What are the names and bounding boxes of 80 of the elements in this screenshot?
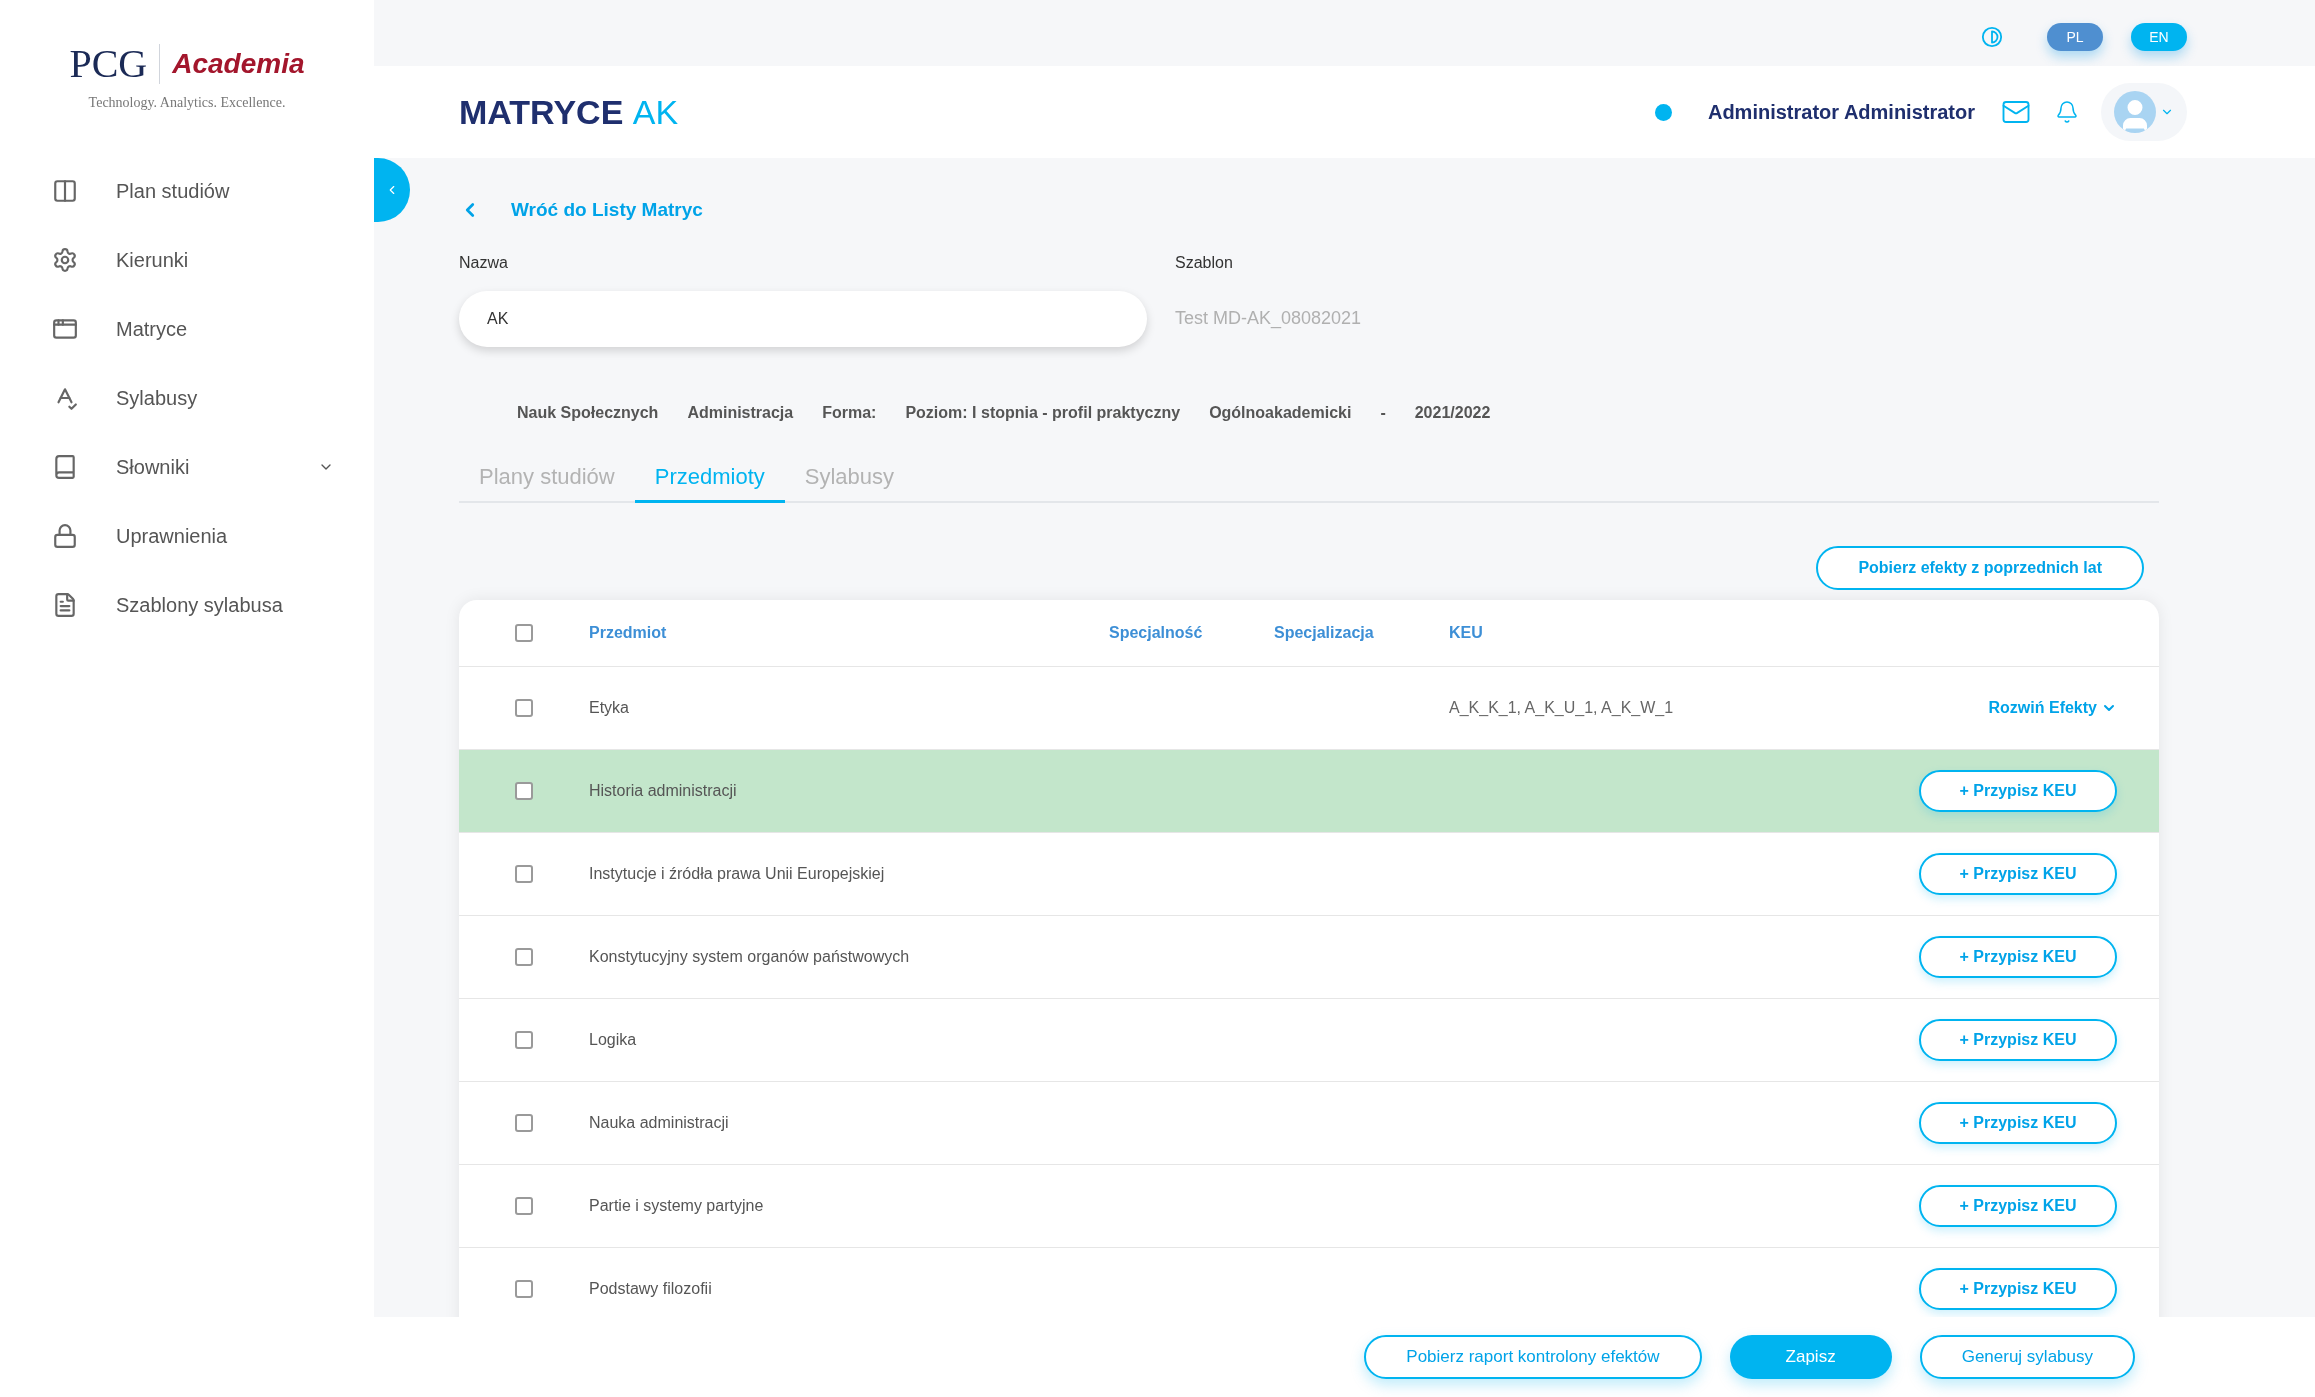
assign-keu-button[interactable]: + Przypisz KEU xyxy=(1919,1101,2117,1144)
checkbox[interactable] xyxy=(515,864,533,883)
table-row[interactable]: Partie i systemy partyjne + Przypisz KEU xyxy=(459,1164,2159,1248)
fetch-effects-button[interactable]: Pobierz efekty z poprzednich lat xyxy=(1816,545,2144,590)
subject-name: Instytucje i źródła prawa Unii Europejskiej xyxy=(589,863,886,884)
info-text: Nauk Społecznych xyxy=(517,402,659,423)
field-label: Szablon xyxy=(1175,252,1234,273)
checkbox[interactable] xyxy=(515,1113,533,1132)
template-value: Test MD-AK_08082021 xyxy=(1175,307,1362,331)
tab[interactable]: Plany studiów xyxy=(459,452,635,503)
checkbox[interactable] xyxy=(515,1030,533,1049)
sidebar-item[interactable]: Sylabusy xyxy=(0,363,374,432)
info-text: Forma: xyxy=(822,402,877,423)
info-text: - xyxy=(1380,402,1386,423)
table-row[interactable]: Podstawy filozofii + Przypisz KEU xyxy=(459,1247,2159,1317)
subject-name: Etyka xyxy=(589,697,630,718)
assign-keu-button[interactable]: + Przypisz KEU xyxy=(1919,769,2117,812)
table-row[interactable]: Konstytucyjny system organów państwowych + Przypisz KEU xyxy=(459,915,2159,999)
footer-button[interactable]: Pobierz raport kontrolony efektów xyxy=(1364,1335,1702,1379)
checkbox[interactable] xyxy=(515,1279,533,1298)
assign-keu-button[interactable]: + Przypisz KEU xyxy=(1919,852,2117,895)
assign-keu-button[interactable]: + Przypisz KEU xyxy=(1919,1267,2117,1310)
info-text: Poziom: I stopnia - profil praktyczny xyxy=(905,402,1181,423)
sidebar-item[interactable]: Słowniki xyxy=(0,432,374,501)
sidebar-item[interactable]: Kierunki xyxy=(0,225,374,294)
sidebar-item[interactable]: Matryce xyxy=(0,294,374,363)
subject-name: Konstytucyjny system organów państwowych xyxy=(589,946,911,967)
tab[interactable]: Przedmioty xyxy=(634,452,785,503)
info-text: Administracja xyxy=(687,402,794,423)
columns-icon xyxy=(52,177,78,204)
info-text: Ogólnoakademicki xyxy=(1209,402,1352,423)
sidebar-item[interactable]: Szablony sylabusa xyxy=(0,570,374,639)
user-name: Administrator Administrator xyxy=(1707,100,1975,125)
document-icon xyxy=(52,591,78,618)
column-header: KEU xyxy=(1449,622,1484,643)
subject-name: Partie i systemy partyjne xyxy=(589,1195,765,1216)
book-icon xyxy=(52,453,78,480)
checkbox[interactable] xyxy=(515,1196,533,1215)
table-row[interactable]: Instytucje i źródła prawa Unii Europejskiej + Przypisz KEU xyxy=(459,832,2159,916)
subject-name: Nauka administracji xyxy=(589,1112,730,1133)
logo-product: Academia xyxy=(172,49,305,78)
tab[interactable]: Sylabusy xyxy=(784,452,915,503)
logo-tagline: Technology. Analytics. Excellence. xyxy=(88,93,286,112)
name-field[interactable]: AK xyxy=(459,290,1147,347)
subject-name: Podstawy filozofii xyxy=(589,1278,713,1299)
checkbox[interactable] xyxy=(515,698,533,717)
language-button[interactable]: PL xyxy=(2047,23,2103,51)
sidebar-item[interactable]: Plan studiów xyxy=(0,156,374,225)
lock-icon xyxy=(52,522,78,549)
column-header: Przedmiot xyxy=(589,622,668,643)
keu-codes: A_K_K_1, A_K_U_1, A_K_W_1 xyxy=(1449,697,1675,718)
logo-brand: PCG xyxy=(69,43,148,84)
checkbox[interactable] xyxy=(515,947,533,966)
language-button[interactable]: EN xyxy=(2131,23,2187,51)
back-link[interactable]: Wróć do Listy Matryc xyxy=(459,196,2159,225)
checkbox[interactable] xyxy=(515,623,533,642)
checkbox[interactable] xyxy=(515,781,533,800)
column-header: Specjalność xyxy=(1109,622,1204,643)
table-row[interactable]: Logika + Przypisz KEU xyxy=(459,998,2159,1082)
field-label: Nazwa xyxy=(459,252,509,273)
expand-effects-link[interactable]: Rozwiń Efekty xyxy=(1988,695,2117,720)
info-text: 2021/2022 xyxy=(1414,402,1491,423)
contrast-icon[interactable] xyxy=(1981,26,2003,48)
table-row[interactable]: Etyka A_K_K_1, A_K_U_1, A_K_W_1 Rozwiń Efekty xyxy=(459,666,2159,750)
sidebar-item[interactable]: Uprawnienia xyxy=(0,501,374,570)
assign-keu-button[interactable]: + Przypisz KEU xyxy=(1919,1184,2117,1227)
gear-icon xyxy=(52,246,78,273)
page-title: MATRYCE AK xyxy=(459,91,679,133)
avatar-icon xyxy=(2114,91,2156,133)
table-row[interactable]: Historia administracji + Przypisz KEU xyxy=(459,749,2159,833)
table-row[interactable]: Nauka administracji + Przypisz KEU xyxy=(459,1081,2159,1165)
footer-button[interactable]: Generuj sylabusy xyxy=(1919,1335,2135,1379)
assign-keu-button[interactable]: + Przypisz KEU xyxy=(1919,935,2117,978)
collapse-sidebar-button[interactable] xyxy=(374,158,410,222)
save-button[interactable]: Zapisz xyxy=(1729,1335,1892,1379)
bell-icon[interactable] xyxy=(2055,100,2079,124)
subject-name: Logika xyxy=(589,1029,638,1050)
subject-name: Historia administracji xyxy=(589,780,738,801)
column-header: Specjalizacja xyxy=(1274,622,1375,643)
assign-keu-button[interactable]: + Przypisz KEU xyxy=(1919,1018,2117,1061)
